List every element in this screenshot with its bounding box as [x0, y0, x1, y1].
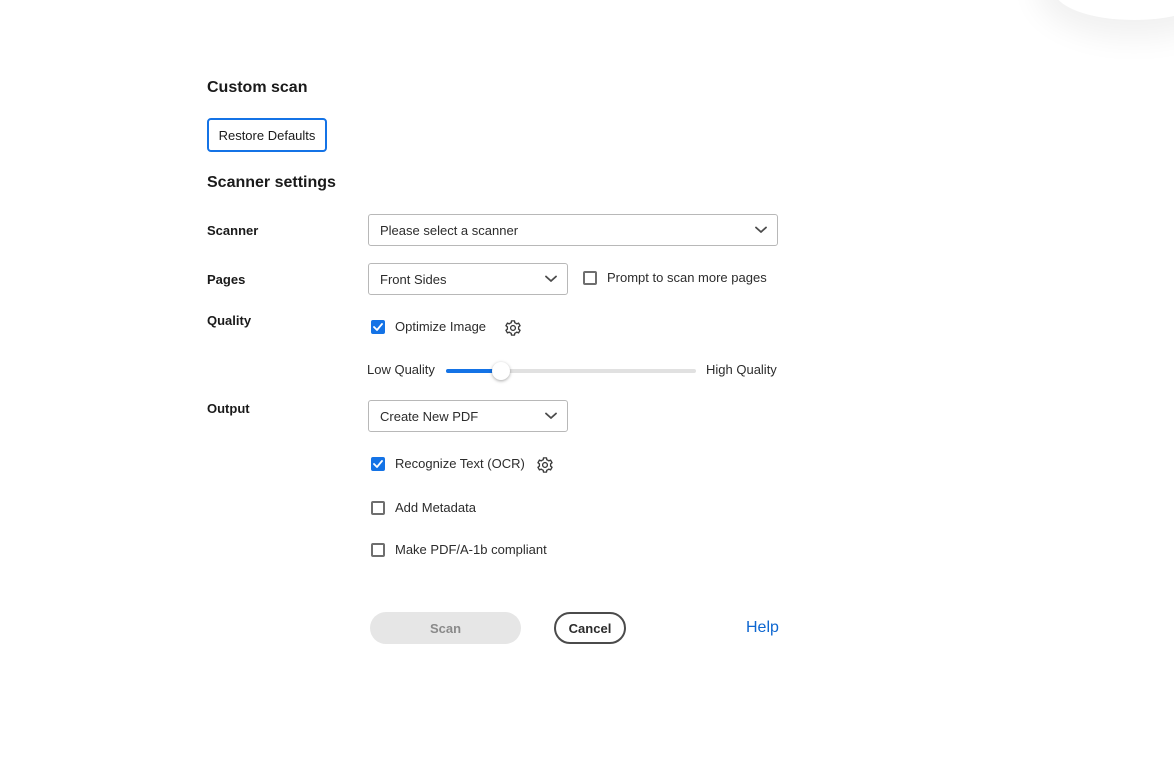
checkmark-icon	[373, 460, 383, 468]
add-metadata-checkbox[interactable]	[371, 501, 385, 515]
output-select-value: Create New PDF	[380, 408, 479, 424]
chevron-down-icon	[545, 412, 557, 419]
low-quality-label: Low Quality	[367, 362, 435, 377]
scan-button[interactable]: Scan	[370, 612, 521, 644]
scanner-select[interactable]: Please select a scanner	[368, 214, 778, 246]
pdfa-compliant-checkbox[interactable]	[371, 543, 385, 557]
custom-scan-title: Custom scan	[207, 79, 308, 96]
pages-label: Pages	[207, 272, 246, 287]
recognize-text-checkbox[interactable]	[371, 457, 385, 471]
output-label: Output	[207, 401, 250, 416]
gear-icon[interactable]	[536, 456, 554, 474]
window-corner-shadow	[1054, 0, 1174, 20]
high-quality-label: High Quality	[706, 362, 777, 377]
pages-select[interactable]: Front Sides	[368, 263, 568, 295]
help-link[interactable]: Help	[746, 619, 779, 637]
optimize-image-checkbox[interactable]	[371, 320, 385, 334]
quality-label: Quality	[207, 313, 252, 328]
prompt-more-pages-checkbox[interactable]	[583, 271, 597, 285]
pages-select-value: Front Sides	[380, 271, 447, 287]
checkmark-icon	[373, 323, 383, 331]
prompt-more-pages-label: Prompt to scan more pages	[607, 270, 767, 285]
cancel-button[interactable]: Cancel	[554, 612, 626, 644]
scanner-settings-title: Scanner settings	[207, 174, 336, 191]
scanner-label: Scanner	[207, 223, 259, 238]
chevron-down-icon	[755, 226, 767, 233]
pdfa-compliant-label: Make PDF/A-1b compliant	[395, 542, 547, 557]
restore-defaults-button[interactable]: Restore Defaults	[207, 118, 327, 152]
recognize-text-label: Recognize Text (OCR)	[395, 456, 525, 471]
scanner-select-value: Please select a scanner	[380, 222, 519, 238]
output-select[interactable]: Create New PDF	[368, 400, 568, 432]
chevron-down-icon	[545, 275, 557, 282]
optimize-image-label: Optimize Image	[395, 319, 487, 334]
add-metadata-label: Add Metadata	[395, 500, 476, 515]
gear-icon[interactable]	[504, 319, 522, 337]
quality-slider-thumb[interactable]	[492, 362, 510, 380]
